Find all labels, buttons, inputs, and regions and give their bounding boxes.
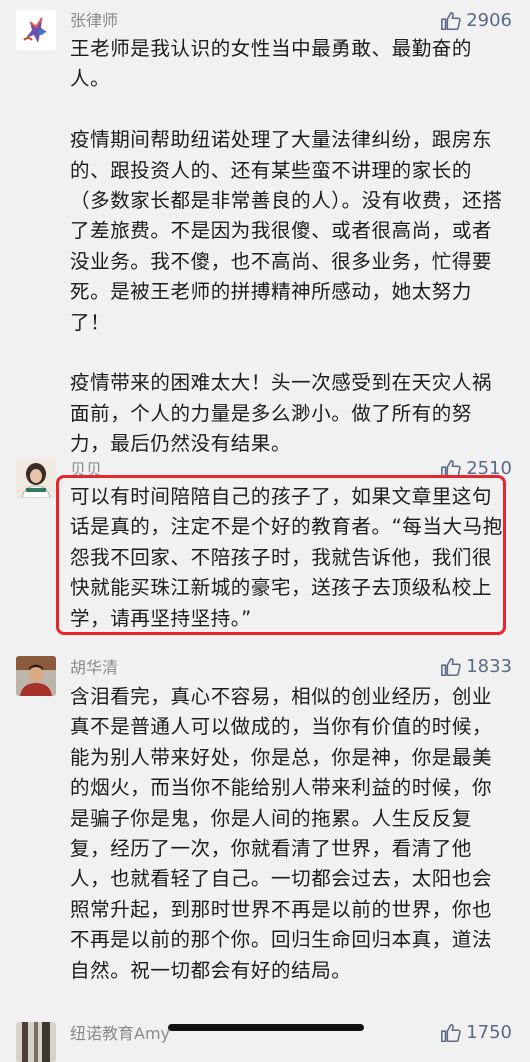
commenter-name[interactable]: 纽诺教育Amy	[70, 1024, 170, 1044]
home-indicator[interactable]	[168, 1024, 364, 1031]
avatar[interactable]	[16, 1022, 56, 1062]
like-count: 1750	[466, 1022, 512, 1043]
like-button[interactable]: 1750	[440, 1022, 512, 1044]
comment-item: 纽诺教育Amy 1750	[0, 0, 530, 1062]
thumbs-up-icon	[441, 1023, 461, 1043]
avatar-person-image	[16, 1022, 56, 1062]
